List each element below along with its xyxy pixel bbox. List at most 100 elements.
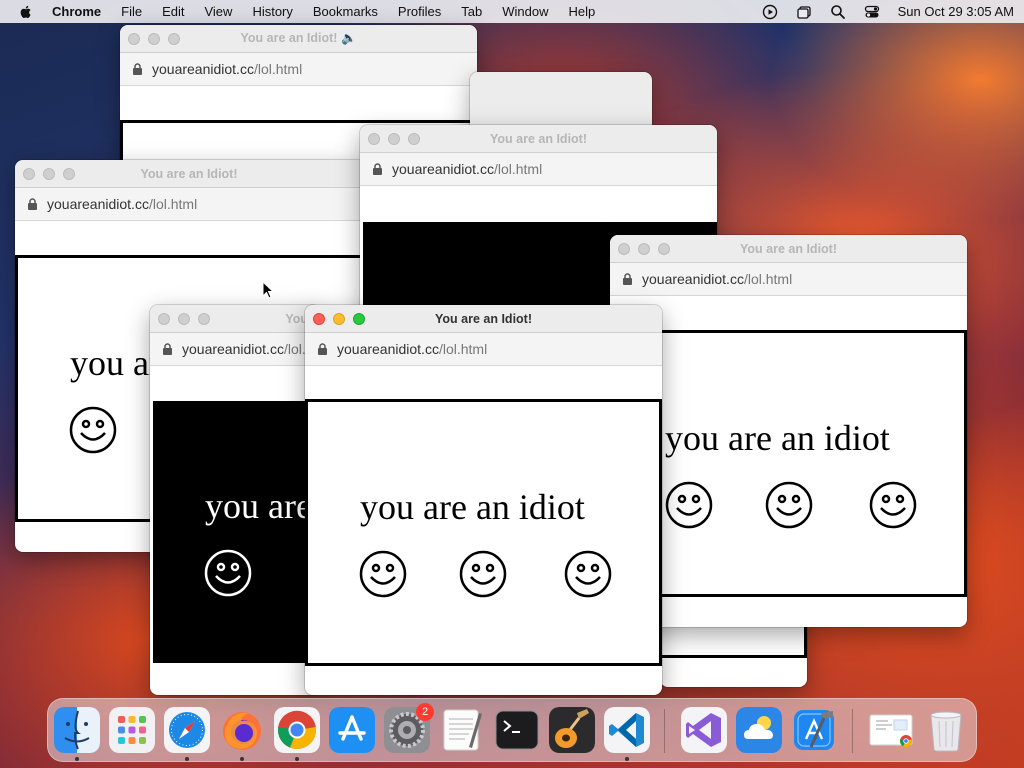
menu-tab[interactable]: Tab — [461, 4, 482, 19]
menu-bookmarks[interactable]: Bookmarks — [313, 4, 378, 19]
xcode-icon[interactable] — [791, 707, 837, 753]
launchpad-icon[interactable] — [109, 707, 155, 753]
garageband-icon[interactable] — [549, 707, 595, 753]
menu-history[interactable]: History — [252, 4, 292, 19]
lock-icon — [133, 63, 142, 75]
idiot-message: you are an idiot — [360, 487, 585, 527]
window-titlebar[interactable]: You are an Idiot! 🔈 — [120, 25, 477, 53]
notification-badge: 2 — [416, 703, 434, 721]
close-button[interactable] — [618, 243, 630, 255]
traffic-lights — [128, 33, 180, 45]
url-domain: youareanidiot.cc — [152, 61, 254, 77]
trash-icon[interactable] — [923, 707, 969, 753]
minimize-button[interactable] — [178, 313, 190, 325]
minimize-button[interactable] — [148, 33, 160, 45]
close-button[interactable] — [23, 168, 35, 180]
window-titlebar[interactable]: You are an Idiot! — [305, 305, 662, 333]
menu-view[interactable]: View — [204, 4, 232, 19]
lock-icon — [163, 343, 172, 355]
url-domain: youareanidiot.cc — [392, 161, 494, 177]
minimize-button[interactable] — [43, 168, 55, 180]
menu-profiles[interactable]: Profiles — [398, 4, 441, 19]
menu-clock[interactable]: Sun Oct 29 3:05 AM — [898, 4, 1014, 19]
idiot-message: you are an idiot — [205, 486, 320, 526]
url-path: /lol.html — [148, 196, 198, 212]
address-bar[interactable]: youareanidiot.cc/lol.html — [15, 188, 365, 221]
smiley-icon — [564, 550, 612, 598]
close-button[interactable] — [128, 33, 140, 45]
window-titlebar[interactable]: You are an Idiot! — [610, 235, 967, 263]
finder-icon[interactable] — [54, 707, 100, 753]
lock-icon — [28, 198, 37, 210]
browser-window-5[interactable]: You are an Idiot! youareanidiot.cc/lol.h… — [610, 235, 967, 627]
preview-document-icon[interactable] — [868, 707, 914, 753]
chrome-icon[interactable] — [274, 707, 320, 753]
maximize-button[interactable] — [63, 168, 75, 180]
address-bar[interactable]: youareanidiot.cc/lol.html — [360, 153, 717, 186]
window-titlebar[interactable]: You are an Idiot! — [360, 125, 717, 153]
apple-logo-icon[interactable] — [18, 4, 34, 20]
url-path: /lol.html — [743, 271, 793, 287]
smiley-icon — [869, 481, 917, 529]
smiley-icon — [765, 481, 813, 529]
menu-edit[interactable]: Edit — [162, 4, 184, 19]
page-stage: you are an idiot — [153, 401, 320, 663]
maximize-button[interactable] — [353, 313, 365, 325]
minimize-button[interactable] — [638, 243, 650, 255]
close-button[interactable] — [368, 133, 380, 145]
dock: 2 — [47, 698, 977, 762]
terminal-icon[interactable] — [494, 707, 540, 753]
window-titlebar[interactable]: You are an Idiot! — [15, 160, 365, 188]
visual-studio-icon[interactable] — [681, 707, 727, 753]
running-indicator — [295, 757, 299, 761]
running-indicator — [185, 757, 189, 761]
vscode-icon[interactable] — [604, 707, 650, 753]
weather-icon[interactable] — [736, 707, 782, 753]
smiley-icon — [359, 550, 407, 598]
url-domain: youareanidiot.cc — [47, 196, 149, 212]
app-store-icon[interactable] — [329, 707, 375, 753]
maximize-button[interactable] — [658, 243, 670, 255]
traffic-lights — [158, 313, 210, 325]
url-path: /lol.html — [438, 341, 488, 357]
smiley-icon — [665, 481, 713, 529]
stage-manager-icon[interactable] — [796, 4, 812, 20]
close-button[interactable] — [158, 313, 170, 325]
maximize-button[interactable] — [168, 33, 180, 45]
dock-separator — [664, 709, 665, 753]
menu-app-name[interactable]: Chrome — [52, 4, 101, 19]
safari-icon[interactable] — [164, 707, 210, 753]
lock-icon — [623, 273, 632, 285]
url-path: /lol.html — [253, 61, 303, 77]
page-stage: you are an idiot — [610, 330, 967, 597]
play-circle-icon[interactable] — [762, 4, 778, 20]
maximize-button[interactable] — [198, 313, 210, 325]
menu-window[interactable]: Window — [502, 4, 548, 19]
traffic-lights — [618, 243, 670, 255]
spotlight-search-icon[interactable] — [830, 4, 846, 20]
address-bar[interactable]: youareanidiot.cc/lol.html — [120, 53, 477, 86]
address-bar[interactable]: youareanidiot.cc/lol.html — [305, 333, 662, 366]
address-bar[interactable]: youareanidiot.cc/lol.html — [150, 333, 320, 366]
mouse-cursor-icon — [262, 281, 274, 299]
menu-help[interactable]: Help — [569, 4, 596, 19]
control-center-icon[interactable] — [864, 4, 880, 20]
close-button[interactable] — [313, 313, 325, 325]
status-area: Sun Oct 29 3:05 AM — [762, 4, 1014, 20]
minimize-button[interactable] — [333, 313, 345, 325]
browser-window-6[interactable]: You youareanidiot.cc/lol.html you are an… — [150, 305, 320, 695]
traffic-lights — [23, 168, 75, 180]
browser-window-front[interactable]: You are an Idiot! youareanidiot.cc/lol.h… — [305, 305, 662, 695]
textedit-icon[interactable] — [439, 707, 485, 753]
minimize-button[interactable] — [388, 133, 400, 145]
firefox-icon[interactable] — [219, 707, 265, 753]
window-titlebar[interactable]: You — [150, 305, 320, 333]
menu-file[interactable]: File — [121, 4, 142, 19]
lock-icon — [373, 163, 382, 175]
traffic-lights — [368, 133, 420, 145]
browser-window-2[interactable] — [470, 72, 652, 132]
idiot-message: you are an idiot — [665, 418, 890, 458]
address-bar[interactable]: youareanidiot.cc/lol.html — [610, 263, 967, 296]
maximize-button[interactable] — [408, 133, 420, 145]
running-indicator — [240, 757, 244, 761]
